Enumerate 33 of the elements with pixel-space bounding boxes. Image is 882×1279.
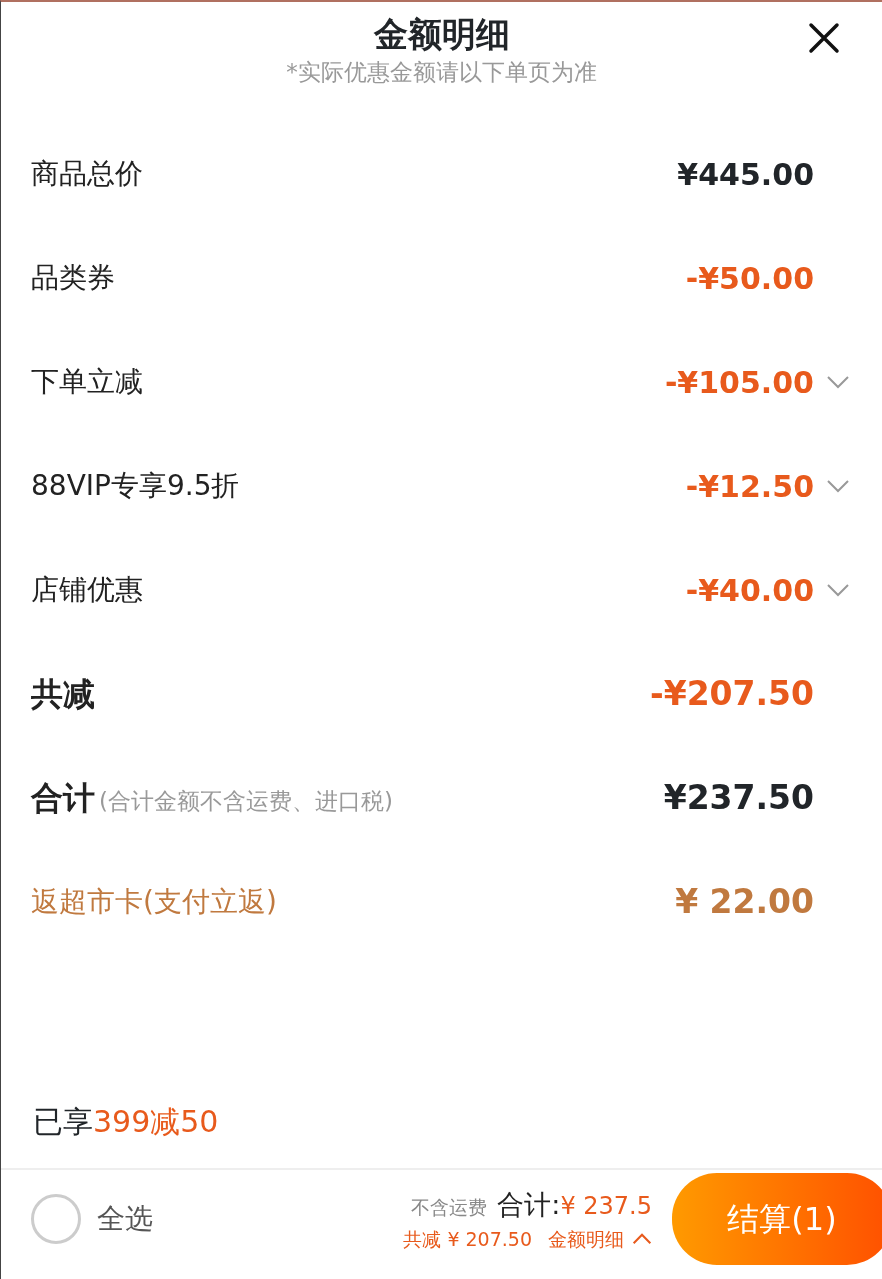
total-amount: ¥ 237.5 <box>560 1190 652 1222</box>
row-label: 合计 <box>31 778 95 819</box>
chevron-down-icon[interactable] <box>826 375 850 389</box>
amount-value: -¥50.00 <box>685 259 814 298</box>
row-label: 返超市卡(支付立返) <box>31 884 277 920</box>
close-button[interactable] <box>808 22 840 54</box>
row-label: 店铺优惠 <box>31 572 143 608</box>
close-icon <box>808 22 840 54</box>
amount-value: ¥445.00 <box>677 155 814 194</box>
row-label: 商品总价 <box>31 156 143 192</box>
row-note: (合计金额不含运费、进口税) <box>99 787 393 816</box>
amount-value: -¥40.00 <box>685 571 814 610</box>
select-all-label[interactable]: 全选 <box>97 1198 153 1240</box>
amount-value: -¥105.00 <box>664 363 814 402</box>
row-label: 88VIP专享9.5折 <box>31 468 240 504</box>
checkout-button[interactable]: 结算(1) <box>672 1173 882 1265</box>
promo-text: 已享399减50 <box>33 1104 219 1139</box>
amount-value: -¥12.50 <box>685 467 814 506</box>
chevron-down-icon[interactable] <box>826 479 850 493</box>
discount-total: 共减 ¥ 207.50 <box>403 1227 532 1252</box>
amount-details-link[interactable]: 金额明细 <box>548 1225 652 1254</box>
panel-title: 金额明细 <box>373 14 510 55</box>
select-all-radio[interactable] <box>31 1194 81 1244</box>
row-label: 共减 <box>31 674 95 715</box>
shipping-note: 不含运费 <box>411 1194 488 1220</box>
total-label: 合计: <box>497 1187 561 1222</box>
amount-value: ¥237.50 <box>663 777 814 820</box>
chevron-down-icon[interactable] <box>826 583 850 597</box>
disclaimer-text: *实际优惠金额请以下单页为准 <box>286 57 597 87</box>
row-label: 品类券 <box>31 260 115 296</box>
row-label: 下单立减 <box>31 364 143 400</box>
amount-value: -¥207.50 <box>650 673 814 716</box>
amount-value: ¥ 22.00 <box>675 881 814 924</box>
